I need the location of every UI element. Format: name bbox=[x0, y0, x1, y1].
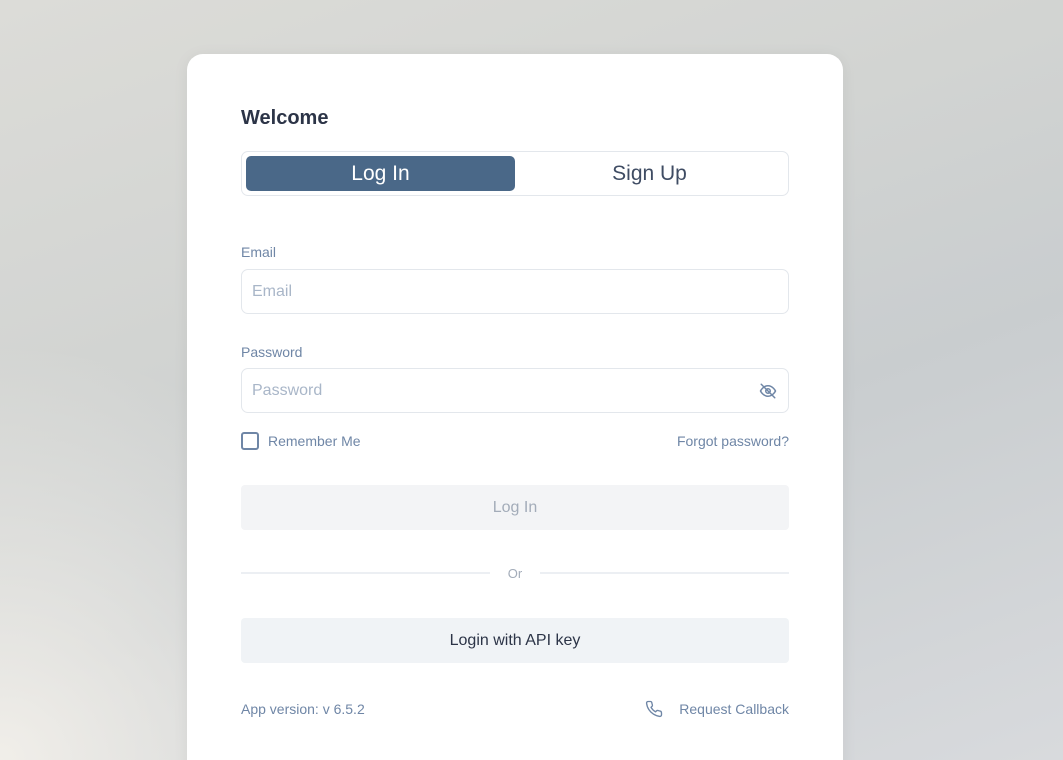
request-callback-label[interactable]: Request Callback bbox=[679, 701, 789, 717]
eye-off-icon[interactable] bbox=[758, 381, 778, 401]
log-in-button[interactable]: Log In bbox=[241, 485, 789, 530]
password-label: Password bbox=[241, 344, 303, 360]
card-footer: App version: v 6.5.2 Request Callback bbox=[241, 699, 789, 719]
request-callback-link[interactable]: Request Callback bbox=[645, 700, 789, 718]
login-card: Welcome Log In Sign Up Email Password Re… bbox=[187, 54, 843, 760]
divider-line-right bbox=[540, 572, 790, 574]
divider-label: Or bbox=[507, 565, 523, 581]
forgot-password-link[interactable]: Forgot password? bbox=[677, 433, 789, 449]
app-version: App version: v 6.5.2 bbox=[241, 701, 365, 717]
auth-tabs: Log In Sign Up bbox=[241, 151, 789, 196]
email-input[interactable] bbox=[252, 282, 778, 301]
remember-row: Remember Me Forgot password? bbox=[241, 431, 789, 451]
remember-me-checkbox[interactable] bbox=[241, 432, 259, 450]
tab-sign-up[interactable]: Sign Up bbox=[515, 156, 784, 191]
phone-icon bbox=[646, 700, 663, 718]
remember-me-checkbox-group[interactable]: Remember Me bbox=[241, 432, 361, 450]
email-field-wrapper bbox=[241, 269, 789, 314]
tab-log-in[interactable]: Log In bbox=[246, 156, 515, 191]
password-input[interactable] bbox=[252, 381, 750, 400]
remember-me-label[interactable]: Remember Me bbox=[268, 433, 361, 449]
email-label: Email bbox=[241, 244, 277, 260]
or-divider: Or bbox=[241, 565, 790, 581]
login-with-api-key-button[interactable]: Login with API key bbox=[241, 618, 789, 663]
page-title: Welcome bbox=[241, 107, 329, 129]
divider-line-left bbox=[241, 572, 490, 574]
password-field-wrapper bbox=[241, 368, 789, 413]
